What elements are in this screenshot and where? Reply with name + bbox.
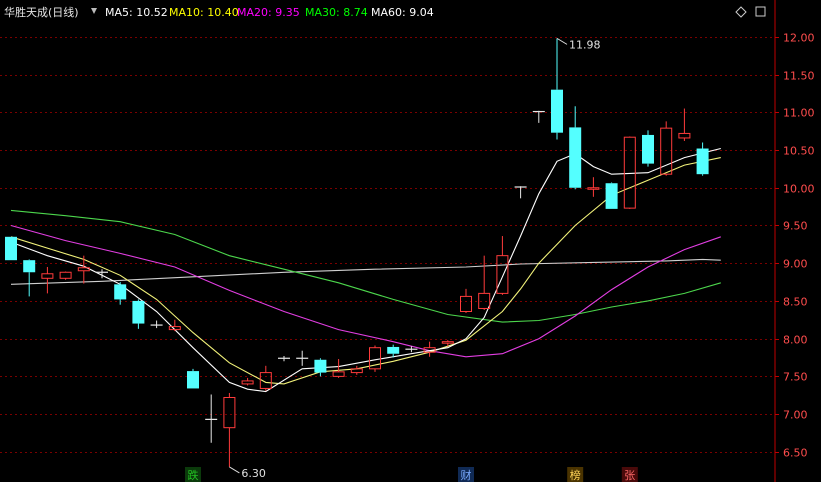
candle-body (5, 236, 17, 261)
price-tick-label: 9.00 (783, 258, 808, 271)
kline-chart[interactable]: 11.98 6.30 跌 财 榜 张 12.00 11.50 11.00 10.50 10.00 9… (0, 0, 821, 482)
candle-body (187, 371, 199, 389)
candle-body (642, 134, 654, 164)
high-price-label: 11.98 (569, 38, 601, 51)
ma60-legend: MA60: 9.04 (371, 6, 434, 19)
candle-body (114, 284, 127, 300)
price-tick-label: 9.50 (783, 220, 808, 233)
event-marker[interactable]: 跌 (185, 467, 201, 482)
price-tick-label: 7.00 (783, 409, 808, 422)
price-tick-label: 12.00 (783, 32, 815, 45)
event-marker-label: 榜 (570, 468, 581, 482)
event-marker-label: 张 (624, 469, 635, 482)
ma10-legend: MA10: 10.40 (169, 6, 239, 19)
event-marker-label: 财 (461, 468, 472, 482)
candle-body (551, 89, 563, 133)
price-tick-label: 6.50 (783, 447, 808, 460)
candle-body (314, 359, 327, 373)
event-marker[interactable]: 榜 (567, 467, 584, 482)
price-tick-label: 7.50 (783, 371, 808, 384)
candle-body (387, 346, 400, 354)
ma30-legend: MA30: 8.74 (305, 6, 368, 19)
candle-body (605, 183, 618, 209)
price-tick-label: 8.50 (783, 296, 808, 309)
candle[interactable] (5, 236, 17, 261)
price-tick-label: 11.50 (783, 70, 815, 83)
price-tick-label: 11.00 (783, 107, 815, 120)
price-tick-label: 10.50 (783, 145, 815, 158)
event-marker[interactable]: 财 (458, 467, 474, 482)
price-tick-label: 10.00 (783, 183, 815, 196)
candle[interactable] (642, 130, 654, 167)
stock-title: 华胜天成(日线) (4, 5, 79, 19)
candle[interactable] (605, 182, 618, 209)
low-price-label: 6.30 (241, 467, 266, 480)
chart-background (0, 0, 821, 482)
candle-body (132, 300, 145, 324)
price-tick-label: 8.00 (783, 334, 808, 347)
event-marker-label: 跌 (188, 468, 199, 482)
candle[interactable] (187, 368, 199, 389)
event-marker[interactable]: 张 (621, 467, 638, 482)
ma5-legend: MA5: 10.52 (105, 6, 168, 19)
candle-body (696, 148, 709, 175)
candle-body (23, 260, 36, 273)
ma20-legend: MA20: 9.35 (237, 6, 300, 19)
candle-body (569, 127, 582, 188)
